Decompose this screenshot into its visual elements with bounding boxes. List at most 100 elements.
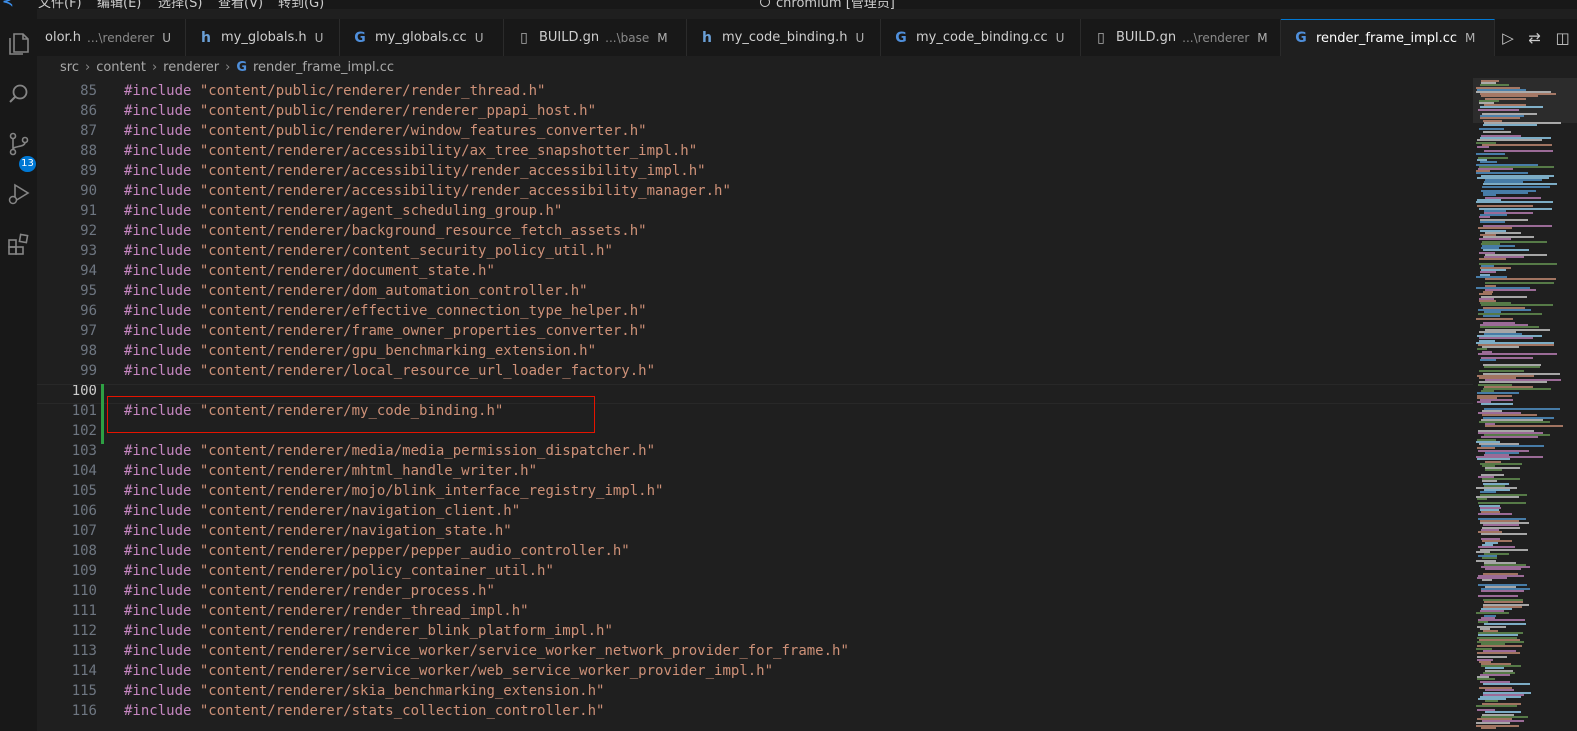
- code-line[interactable]: 99 #include "content/renderer/local_resou…: [37, 361, 1473, 381]
- code-line[interactable]: 96 #include "content/renderer/effective_c…: [37, 301, 1473, 321]
- include-path: "content/renderer/pepper/pepper_audio_co…: [199, 543, 630, 559]
- split-editor-icon[interactable]: ◫: [1556, 29, 1570, 47]
- code-line[interactable]: 114 #include "content/renderer/service_wo…: [37, 661, 1473, 681]
- line-number: 86: [80, 103, 97, 119]
- run-icon[interactable]: ▷: [1502, 29, 1514, 47]
- tab-color-h[interactable]: olor.h ...\renderer U: [37, 19, 186, 56]
- include-path: "content/renderer/stats_collection_contr…: [199, 703, 605, 719]
- code-line[interactable]: 112 #include "content/renderer/renderer_b…: [37, 621, 1473, 641]
- minimap-line: [1477, 146, 1489, 148]
- tab-my-code-binding-h[interactable]: h my_code_binding.h U: [687, 19, 881, 56]
- breadcrumb-file[interactable]: render_frame_impl.cc: [253, 60, 394, 75]
- minimap-line: [1480, 359, 1496, 362]
- code-text: #include "content/renderer/policy_contai…: [124, 561, 554, 581]
- code-text: #include "content/renderer/service_worke…: [124, 661, 773, 681]
- tab-label: render_frame_impl.cc: [1316, 30, 1458, 46]
- code-line[interactable]: 113 #include "content/renderer/service_wo…: [37, 641, 1473, 661]
- code-line[interactable]: 85 #include "content/public/renderer/rend…: [37, 81, 1473, 101]
- menu-file[interactable]: 文件(F): [38, 0, 82, 9]
- code-line[interactable]: 104 #include "content/renderer/mhtml_hand…: [37, 461, 1473, 481]
- compare-changes-icon[interactable]: ⇄: [1528, 29, 1541, 47]
- code-line[interactable]: 108 #include "content/renderer/pepper/pep…: [37, 541, 1473, 561]
- include-path: "content/renderer/frame_owner_properties…: [199, 323, 647, 339]
- tab-render-frame-impl-cc[interactable]: G render_frame_impl.cc M: [1281, 19, 1495, 56]
- tab-my-globals-cc[interactable]: G my_globals.cc U: [340, 19, 504, 56]
- search-icon[interactable]: [6, 81, 32, 107]
- breadcrumb-content[interactable]: content: [96, 60, 146, 75]
- include-path: "content/renderer/navigation_state.h": [199, 523, 512, 539]
- tab-my-code-binding-cc[interactable]: G my_code_binding.cc U: [881, 19, 1081, 56]
- include-directive: #include: [124, 503, 192, 519]
- minimap-line: [1477, 498, 1487, 500]
- menu-selection[interactable]: 选择(S): [158, 0, 202, 9]
- include-directive: #include: [124, 243, 192, 259]
- include-directive: #include: [124, 283, 192, 299]
- include-directive: #include: [124, 143, 192, 159]
- code-line[interactable]: 93 #include "content/renderer/content_sec…: [37, 241, 1473, 261]
- minimap-line: [1481, 533, 1527, 536]
- code-text: #include "content/renderer/stats_collect…: [124, 701, 604, 721]
- include-path: "content/renderer/accessibility/ax_tree_…: [199, 143, 698, 159]
- code-line[interactable]: 88 #include "content/renderer/accessibili…: [37, 141, 1473, 161]
- explorer-icon[interactable]: [6, 31, 32, 57]
- minimap-line: [1481, 590, 1524, 593]
- tab-build-gn-base[interactable]: ▯ BUILD.gn ...\base M: [504, 19, 687, 56]
- code-text: #include "content/renderer/accessibility…: [124, 161, 706, 181]
- code-line[interactable]: 91 #include "content/renderer/agent_sched…: [37, 201, 1473, 221]
- breadcrumb: src › content › renderer › G render_fram…: [37, 56, 1577, 78]
- extensions-icon[interactable]: [6, 231, 32, 257]
- code-line[interactable]: 90 #include "content/renderer/accessibili…: [37, 181, 1473, 201]
- code-text: #include "content/renderer/agent_schedul…: [124, 201, 562, 221]
- breadcrumb-src[interactable]: src: [60, 60, 79, 75]
- menu-go[interactable]: 转到(G): [278, 0, 324, 9]
- tab-status: U: [314, 30, 324, 45]
- code-line[interactable]: 109 #include "content/renderer/policy_con…: [37, 561, 1473, 581]
- code-line[interactable]: 97 #include "content/renderer/frame_owner…: [37, 321, 1473, 341]
- tab-status: U: [162, 30, 171, 45]
- menu-view[interactable]: 查看(V): [218, 0, 263, 9]
- tab-my-globals-h[interactable]: h my_globals.h U: [186, 19, 340, 56]
- code-line[interactable]: 94 #include "content/renderer/document_st…: [37, 261, 1473, 281]
- code-line[interactable]: 103 #include "content/renderer/media/medi…: [37, 441, 1473, 461]
- breadcrumb-renderer[interactable]: renderer: [163, 60, 219, 75]
- code-line[interactable]: 115 #include "content/renderer/skia_bench…: [37, 681, 1473, 701]
- code-line[interactable]: 106 #include "content/renderer/navigation…: [37, 501, 1473, 521]
- tab-label: my_globals.h: [221, 30, 307, 45]
- h-file-icon: h: [702, 29, 712, 46]
- source-control-icon[interactable]: [6, 131, 32, 157]
- include-path: "content/renderer/render_thread_impl.h": [199, 603, 529, 619]
- code-line[interactable]: 86 #include "content/public/renderer/rend…: [37, 101, 1473, 121]
- include-directive: #include: [124, 83, 192, 99]
- include-directive: #include: [124, 123, 192, 139]
- include-directive: #include: [124, 183, 192, 199]
- include-path: "content/renderer/service_worker/web_ser…: [199, 663, 774, 679]
- tab-dir: ...\base: [605, 30, 650, 45]
- code-line[interactable]: 95 #include "content/renderer/dom_automat…: [37, 281, 1473, 301]
- git-added-gutter-marker[interactable]: [101, 384, 104, 444]
- code-line[interactable]: 98 #include "content/renderer/gpu_benchma…: [37, 341, 1473, 361]
- code-line[interactable]: 92 #include "content/renderer/background_…: [37, 221, 1473, 241]
- chevron-right-icon: ›: [225, 59, 231, 75]
- code-line[interactable]: 87 #include "content/public/renderer/wind…: [37, 121, 1473, 141]
- tab-build-gn-renderer[interactable]: ▯ BUILD.gn ...\renderer M: [1081, 19, 1281, 56]
- cpp-file-icon: G: [354, 29, 366, 46]
- run-debug-icon[interactable]: [6, 181, 32, 207]
- code-line[interactable]: 116 #include "content/renderer/stats_coll…: [37, 701, 1473, 721]
- line-number: 109: [71, 563, 97, 579]
- cpp-file-icon: G: [236, 59, 247, 75]
- command-center[interactable]: chromium [管理员]: [760, 0, 895, 9]
- minimap-line: [1482, 346, 1519, 349]
- minimap[interactable]: [1473, 78, 1577, 731]
- code-line[interactable]: 111 #include "content/renderer/render_thr…: [37, 601, 1473, 621]
- minimap-line: [1476, 201, 1553, 203]
- code-line[interactable]: 107 #include "content/renderer/navigation…: [37, 521, 1473, 541]
- code-line[interactable]: 110 #include "content/renderer/render_pro…: [37, 581, 1473, 601]
- include-path: "content/renderer/mhtml_handle_writer.h": [199, 463, 538, 479]
- minimap-line: [1485, 278, 1556, 280]
- code-line[interactable]: 105 #include "content/renderer/mojo/blink…: [37, 481, 1473, 501]
- minimap-line: [1484, 366, 1540, 368]
- title-bar: ≺ 文件(F) 编辑(E) 选择(S) 查看(V) 转到(G) chromium…: [0, 0, 1577, 9]
- menu-edit[interactable]: 编辑(E): [97, 0, 141, 9]
- tab-label: my_code_binding.cc: [916, 30, 1048, 45]
- code-line[interactable]: 89 #include "content/renderer/accessibili…: [37, 161, 1473, 181]
